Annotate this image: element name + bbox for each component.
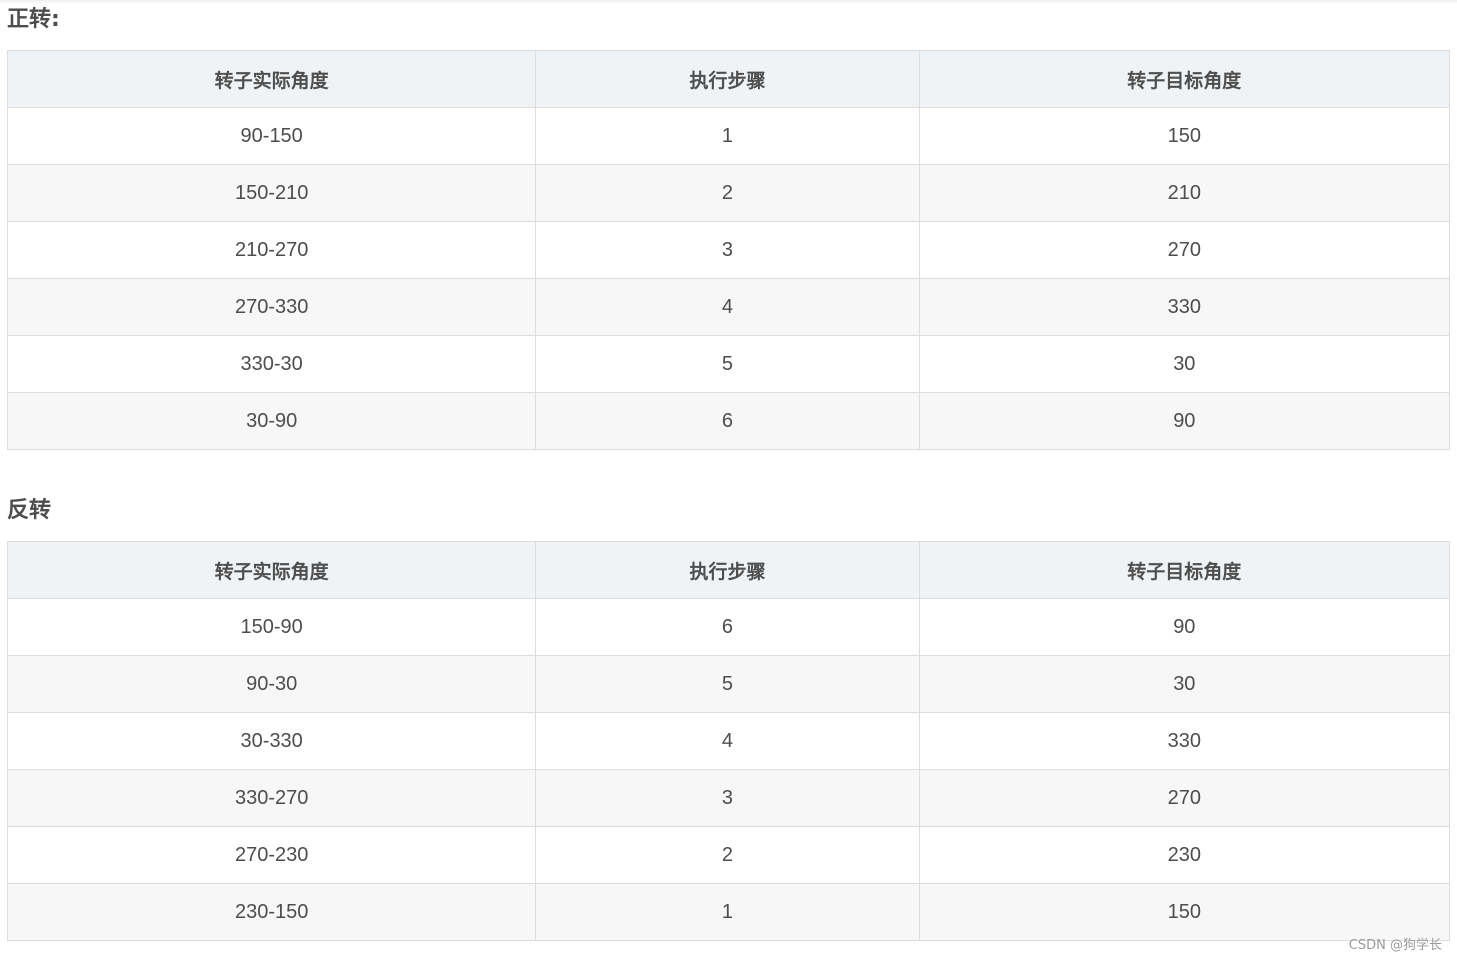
header-target-angle: 转子目标角度 [918, 541, 1451, 599]
header-target-angle: 转子目标角度 [918, 50, 1451, 108]
cell-actual-angle: 270-330 [6, 278, 537, 336]
cell-step: 4 [535, 712, 920, 770]
cell-actual-angle: 210-270 [6, 221, 537, 279]
table-header-row: 转子实际角度 执行步骤 转子目标角度 [6, 50, 1451, 108]
cell-target-angle: 150 [918, 883, 1451, 941]
table-row: 270-230 2 230 [6, 826, 1451, 884]
cell-step: 3 [535, 221, 920, 279]
reverse-rotation-table: 转子实际角度 执行步骤 转子目标角度 150-90 6 90 90-30 5 3… [6, 541, 1451, 941]
cell-step: 1 [535, 883, 920, 941]
table-row: 150-90 6 90 [6, 598, 1451, 656]
table-row: 330-270 3 270 [6, 769, 1451, 827]
table-row: 230-150 1 150 [6, 883, 1451, 941]
cell-target-angle: 90 [918, 598, 1451, 656]
cell-target-angle: 330 [918, 278, 1451, 336]
cell-step: 5 [535, 335, 920, 393]
header-actual-angle: 转子实际角度 [6, 541, 537, 599]
cell-step: 1 [535, 107, 920, 165]
cell-step: 6 [535, 598, 920, 656]
cell-target-angle: 150 [918, 107, 1451, 165]
header-step: 执行步骤 [535, 50, 920, 108]
table-row: 30-90 6 90 [6, 392, 1451, 450]
csdn-watermark: CSDN @狗学长 [1348, 938, 1442, 953]
table-row: 90-150 1 150 [6, 107, 1451, 165]
top-shadow-bar [0, 0, 1457, 4]
section-title-forward: 正转: [7, 7, 60, 32]
cell-actual-angle: 30-90 [6, 392, 537, 450]
cell-actual-angle: 150-90 [6, 598, 537, 656]
cell-target-angle: 90 [918, 392, 1451, 450]
cell-actual-angle: 270-230 [6, 826, 537, 884]
cell-target-angle: 230 [918, 826, 1451, 884]
cell-target-angle: 270 [918, 769, 1451, 827]
table-row: 270-330 4 330 [6, 278, 1451, 336]
cell-actual-angle: 90-30 [6, 655, 537, 713]
table-row: 90-30 5 30 [6, 655, 1451, 713]
cell-step: 6 [535, 392, 920, 450]
cell-actual-angle: 90-150 [6, 107, 537, 165]
table-header-row: 转子实际角度 执行步骤 转子目标角度 [6, 541, 1451, 599]
table-row: 150-210 2 210 [6, 164, 1451, 222]
cell-target-angle: 210 [918, 164, 1451, 222]
cell-step: 2 [535, 164, 920, 222]
cell-step: 5 [535, 655, 920, 713]
cell-target-angle: 30 [918, 335, 1451, 393]
cell-actual-angle: 330-270 [6, 769, 537, 827]
header-step: 执行步骤 [535, 541, 920, 599]
header-actual-angle: 转子实际角度 [6, 50, 537, 108]
table-row: 210-270 3 270 [6, 221, 1451, 279]
cell-actual-angle: 150-210 [6, 164, 537, 222]
cell-actual-angle: 230-150 [6, 883, 537, 941]
table-row: 30-330 4 330 [6, 712, 1451, 770]
cell-target-angle: 330 [918, 712, 1451, 770]
cell-step: 4 [535, 278, 920, 336]
section-title-reverse: 反转 [7, 498, 52, 523]
table-row: 330-30 5 30 [6, 335, 1451, 393]
cell-target-angle: 30 [918, 655, 1451, 713]
forward-rotation-table: 转子实际角度 执行步骤 转子目标角度 90-150 1 150 150-210 … [6, 50, 1451, 450]
cell-step: 2 [535, 826, 920, 884]
cell-actual-angle: 330-30 [6, 335, 537, 393]
cell-target-angle: 270 [918, 221, 1451, 279]
cell-actual-angle: 30-330 [6, 712, 537, 770]
cell-step: 3 [535, 769, 920, 827]
